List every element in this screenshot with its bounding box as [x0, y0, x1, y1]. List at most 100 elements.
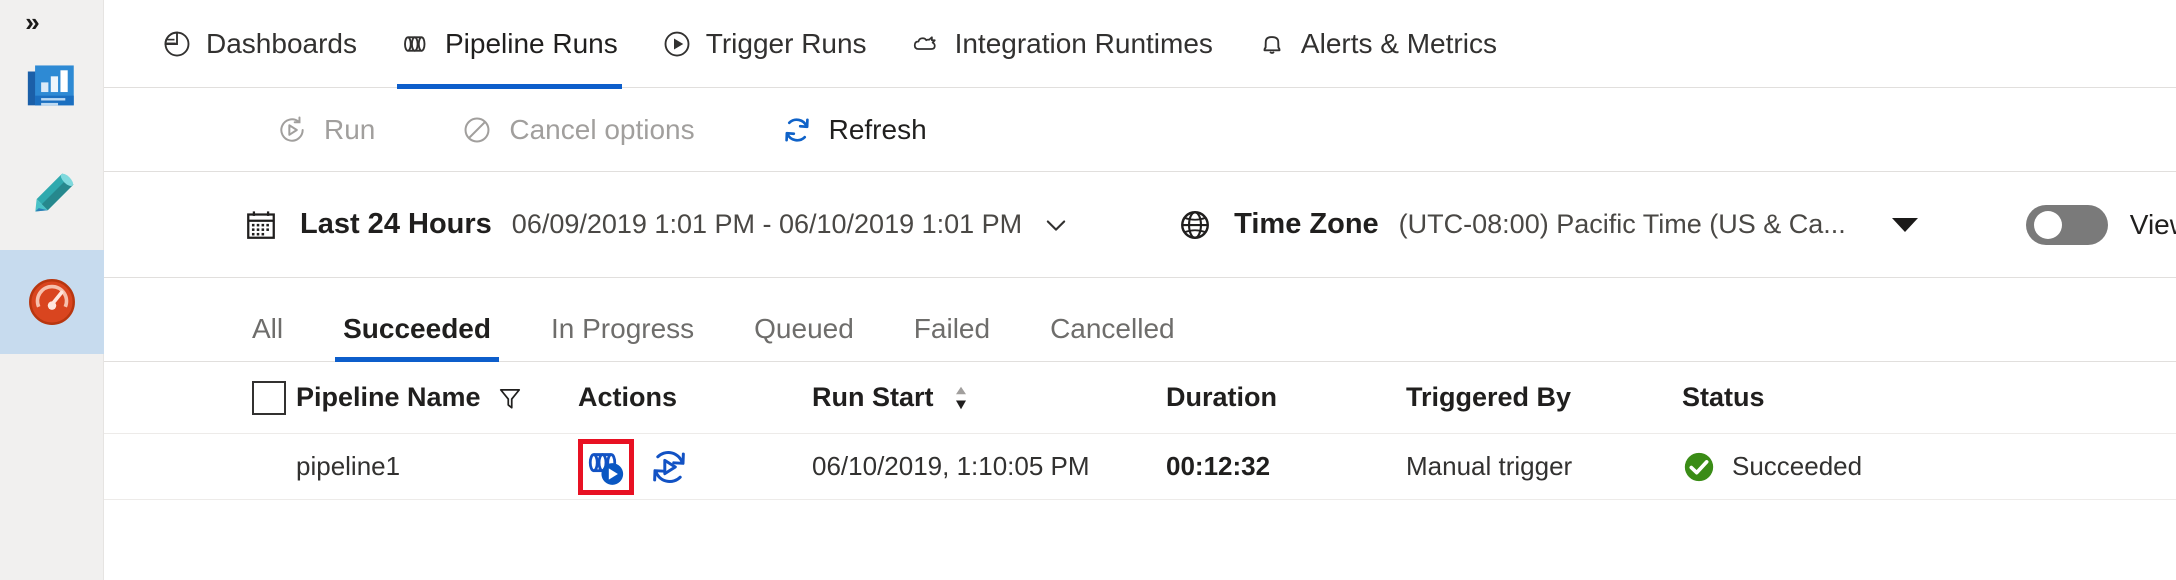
top-tabstrip: Dashboards Pipeline Runs Trigger Runs In… [104, 0, 2176, 89]
main-content: Dashboards Pipeline Runs Trigger Runs In… [104, 0, 2176, 580]
pivot-all[interactable]: All [244, 313, 291, 361]
table-row[interactable]: pipeline1 06/10/2019, 1:10:05 PM 00:12:3… [104, 434, 2176, 500]
tab-trigger-runs[interactable]: Trigger Runs [640, 0, 889, 88]
time-zone-label: Time Zone [1234, 208, 1379, 240]
rail-item-monitor[interactable] [0, 250, 104, 354]
filter-bar: Last 24 Hours 06/09/2019 1:01 PM - 06/10… [104, 172, 2176, 278]
tab-alerts-and-metrics[interactable]: Alerts & Metrics [1235, 0, 1519, 88]
globe-icon [1181, 210, 1210, 239]
table-header-row: Pipeline Name Actions Run Start Duration… [104, 362, 2176, 434]
monitor-gauge-icon [29, 279, 75, 325]
header-label: Triggered By [1406, 382, 1572, 412]
pivot-in-progress[interactable]: In Progress [543, 313, 702, 361]
duration-value: 00:12:32 [1166, 451, 1271, 481]
header-label: Actions [578, 382, 678, 412]
tab-dashboards[interactable]: Dashboards [140, 0, 379, 88]
integration-runtime-icon [913, 35, 936, 50]
caret-down-icon[interactable] [1891, 217, 1918, 232]
pipeline-name-value: pipeline1 [296, 451, 401, 481]
date-range-label: Last 24 Hours [300, 208, 492, 240]
pivot-label: Queued [754, 313, 854, 344]
select-all-checkbox[interactable] [252, 380, 286, 415]
calendar-icon [247, 210, 275, 239]
cell-status: Succeeded [1682, 450, 1982, 484]
tab-integration-runtimes[interactable]: Integration Runtimes [889, 0, 1235, 88]
row-checkbox-placeholder[interactable] [252, 450, 286, 484]
refresh-button[interactable]: Refresh [759, 114, 949, 146]
pivot-cancelled[interactable]: Cancelled [1042, 313, 1183, 361]
triggered-by-value: Manual trigger [1406, 451, 1573, 481]
run-icon [280, 115, 304, 142]
status-value: Succeeded [1732, 451, 1863, 481]
refresh-icon [784, 117, 809, 142]
time-zone-value: (UTC-08:00) Pacific Time (US & Ca... [1398, 209, 1846, 239]
pivot-label: All [252, 313, 284, 344]
cancel-options-button[interactable]: Cancel options [439, 114, 716, 146]
pie-chart-icon [164, 31, 190, 56]
header-label: Duration [1166, 382, 1277, 412]
rerun-icon[interactable] [648, 446, 690, 488]
tab-label: Dashboards [206, 27, 357, 59]
header-label: Pipeline Name [296, 382, 481, 412]
rail-item-author[interactable] [0, 142, 104, 246]
view-activity-runs-highlight[interactable] [578, 438, 634, 495]
header-pipeline-name[interactable]: Pipeline Name [296, 382, 578, 413]
header-run-start[interactable]: Run Start [812, 382, 1166, 413]
success-check-icon [1684, 452, 1714, 481]
pivot-succeeded[interactable]: Succeeded [335, 313, 499, 362]
header-label: Run Start [812, 382, 934, 412]
header-actions: Actions [578, 382, 812, 413]
filter-icon[interactable] [497, 385, 523, 411]
status-badge: Succeeded [1682, 450, 1862, 484]
tab-pipeline-runs[interactable]: Pipeline Runs [379, 0, 640, 89]
left-rail: » [0, 0, 104, 580]
status-filter-pivots: All Succeeded In Progress Queued Failed … [104, 278, 2176, 362]
header-status: Status [1682, 382, 1982, 413]
tab-label: Trigger Runs [705, 27, 867, 59]
rail-item-overview[interactable] [0, 34, 104, 138]
cancel-icon [464, 117, 490, 142]
date-range-value: 06/09/2019 1:01 PM - 06/10/2019 1:01 PM [511, 209, 1023, 239]
view-activity-runs-icon[interactable] [585, 446, 627, 488]
cell-actions [578, 438, 812, 495]
time-zone-picker[interactable]: Time Zone (UTC-08:00) Pacific Time (US &… [1178, 208, 1918, 242]
pivot-label: In Progress [550, 313, 695, 344]
pivot-label: Succeeded [343, 313, 491, 344]
pivot-label: Cancelled [1050, 313, 1175, 344]
run-label: Run [324, 113, 376, 145]
pivot-queued[interactable]: Queued [746, 313, 862, 361]
command-bar: Run Cancel options Refresh [104, 88, 2176, 172]
tab-label: Integration Runtimes [954, 27, 1213, 59]
cancel-options-label: Cancel options [509, 113, 695, 145]
tab-label: Alerts & Metrics [1300, 27, 1497, 59]
tab-label: Pipeline Runs [444, 27, 618, 59]
bell-icon [1263, 35, 1281, 54]
pivot-label: Failed [913, 313, 991, 344]
header-duration: Duration [1166, 382, 1406, 413]
overview-icon [27, 65, 74, 106]
toggle-knob [2033, 210, 2062, 239]
run-start-value: 06/10/2019, 1:10:05 PM [812, 451, 1090, 481]
header-triggered-by: Triggered By [1406, 382, 1682, 413]
run-button[interactable]: Run [254, 114, 397, 146]
cell-run-start: 06/10/2019, 1:10:05 PM [812, 451, 1166, 482]
play-circle-icon [664, 31, 690, 56]
cell-duration: 00:12:32 [1166, 451, 1406, 482]
pipeline-runs-table: Pipeline Name Actions Run Start Duration… [104, 362, 2176, 500]
pipeline-runs-monitor-page: » Dashboards Pipeline Runs Trigger Runs … [0, 0, 2176, 580]
row-select-cell [104, 450, 296, 484]
chevron-down-icon[interactable] [1042, 211, 1070, 239]
pivot-failed[interactable]: Failed [906, 313, 998, 361]
refresh-label: Refresh [828, 113, 927, 145]
select-all-cell [104, 380, 296, 415]
view-all-runs-toggle-group: View All Rer [2025, 204, 2176, 245]
pipeline-icon [404, 35, 426, 52]
view-all-runs-toggle[interactable] [2025, 204, 2108, 245]
row-action-icons [578, 438, 690, 495]
date-range-picker[interactable]: Last 24 Hours 06/09/2019 1:01 PM - 06/10… [244, 208, 1070, 242]
sort-ascending-descending-icon[interactable] [950, 383, 972, 413]
cell-triggered-by: Manual trigger [1406, 451, 1682, 482]
author-pencil-icon [35, 173, 74, 212]
view-all-runs-label: View All Rer [2129, 208, 2176, 240]
header-label: Status [1682, 382, 1765, 412]
